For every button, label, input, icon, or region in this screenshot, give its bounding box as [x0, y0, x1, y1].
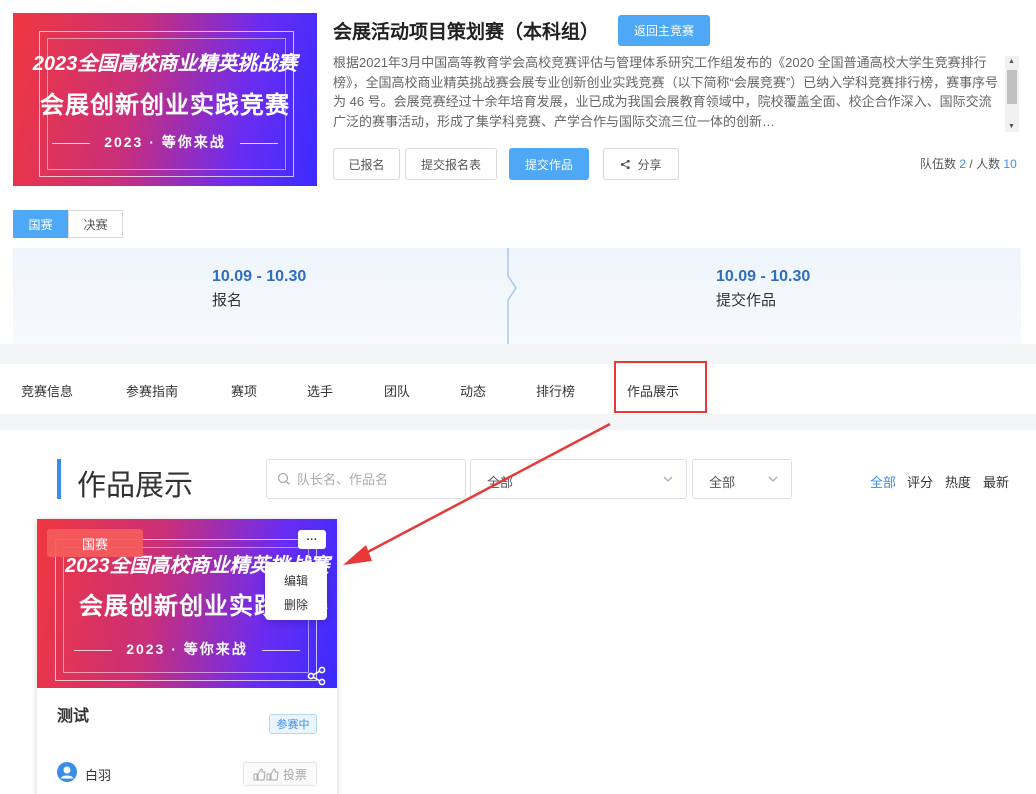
category-select[interactable]: 全部 [470, 459, 687, 499]
scrollbar-thumb[interactable] [1007, 70, 1017, 104]
stage-select[interactable]: 全部 [692, 459, 792, 499]
timeline-chevron-icon [507, 248, 517, 344]
timeline-step-submit: 10.09 - 10.30 提交作品 [716, 268, 810, 310]
menu-delete[interactable]: 删除 [265, 596, 327, 613]
nav-players[interactable]: 选手 [307, 381, 333, 400]
share-button[interactable]: 分享 [603, 148, 679, 180]
nav-teams[interactable]: 团队 [384, 381, 410, 400]
sort-latest[interactable]: 最新 [983, 472, 1009, 491]
competition-description: 根据2021年3月中国高等教育学会高校竞赛评估与管理体系研究工作组发布的《202… [333, 55, 999, 129]
stage-tabs: 国赛 决赛 [13, 210, 123, 238]
section-accent-bar [57, 459, 61, 499]
stage-tag: 国赛 [47, 529, 143, 557]
divider [0, 414, 1036, 430]
timeline-step-register: 10.09 - 10.30 报名 [212, 268, 306, 310]
stats-separator: / [966, 157, 977, 171]
nav-info[interactable]: 竞赛信息 [21, 381, 73, 400]
timeline-label: 报名 [212, 292, 243, 309]
work-cover-image[interactable]: 2023全国高校商业精英挑战赛 会展创新创业实践竞赛 2023 · 等你来战 国… [37, 519, 337, 688]
select-value: 全部 [709, 475, 736, 490]
registered-button[interactable]: 已报名 [333, 148, 400, 180]
sort-all[interactable]: 全部 [870, 472, 896, 491]
search-icon [277, 472, 290, 485]
avatar [57, 762, 77, 782]
competition-banner: 2023全国高校商业精英挑战赛 会展创新创业实践竞赛 2023 · 等你来战 [13, 13, 317, 186]
vote-button[interactable]: 投票 [243, 762, 317, 786]
submit-form-button[interactable]: 提交报名表 [405, 148, 497, 180]
sort-score[interactable]: 评分 [907, 472, 933, 491]
work-card[interactable]: 2023全国高校商业精英挑战赛 会展创新创业实践竞赛 2023 · 等你来战 国… [37, 519, 337, 794]
timeline: 10.09 - 10.30 报名 10.09 - 10.30 提交作品 [13, 248, 1021, 344]
menu-edit[interactable]: 编辑 [265, 572, 327, 589]
thumbs-up-icon [253, 767, 279, 780]
share-label: 分享 [637, 157, 662, 172]
team-stats: 队伍数 2 / 人数 10 [920, 155, 1017, 172]
teams-label: 队伍数 [920, 157, 957, 171]
nav-ranking[interactable]: 排行榜 [536, 381, 575, 400]
competition-nav: 竞赛信息 参赛指南 赛项 选手 团队 动态 排行榜 作品展示 [0, 364, 1036, 414]
submit-work-button[interactable]: 提交作品 [509, 148, 589, 180]
banner-line3: 2023 · 等你来战 [13, 132, 317, 152]
timeline-date: 10.09 - 10.30 [716, 268, 811, 285]
stage-tab-final[interactable]: 决赛 [68, 210, 123, 238]
sort-popularity[interactable]: 热度 [945, 472, 971, 491]
people-label: 人数 [976, 157, 1001, 171]
work-title: 测试 [57, 708, 90, 725]
status-badge: 参赛中 [269, 714, 317, 734]
timeline-date: 10.09 - 10.30 [212, 268, 307, 285]
chevron-down-icon [768, 476, 778, 482]
people-count: 10 [1003, 157, 1017, 171]
share-icon[interactable] [307, 666, 327, 686]
more-options-button[interactable]: ··· [298, 530, 326, 549]
author-name: 白羽 [85, 768, 112, 783]
banner-line1: 2023全国高校商业精英挑战赛 [32, 53, 298, 75]
nav-works-highlight [614, 361, 707, 413]
search-input[interactable] [297, 468, 457, 490]
description-scrollbar[interactable]: ▲ ▼ [1005, 56, 1019, 132]
nav-events[interactable]: 赛项 [231, 381, 257, 400]
select-value: 全部 [487, 475, 514, 490]
section-title: 作品展示 [77, 470, 194, 502]
scroll-down-icon[interactable]: ▼ [1008, 123, 1015, 130]
card-menu: 编辑 删除 [265, 562, 327, 620]
vote-label: 投票 [282, 767, 307, 782]
chevron-down-icon [663, 476, 673, 482]
nav-news[interactable]: 动态 [460, 381, 486, 400]
share-icon [621, 159, 631, 169]
scroll-up-icon[interactable]: ▲ [1008, 58, 1015, 65]
stage-tab-national[interactable]: 国赛 [13, 210, 68, 238]
timeline-label: 提交作品 [716, 292, 777, 309]
search-box[interactable] [266, 459, 466, 499]
banner-line2: 会展创新创业实践竞赛 [40, 92, 290, 119]
page-title: 会展活动项目策划赛（本科组） [333, 22, 600, 43]
cover-line3: 2023 · 等你来战 [37, 639, 337, 659]
back-to-main-button[interactable]: 返回主竞赛 [618, 15, 710, 46]
nav-guide[interactable]: 参赛指南 [126, 381, 178, 400]
divider [0, 344, 1036, 364]
